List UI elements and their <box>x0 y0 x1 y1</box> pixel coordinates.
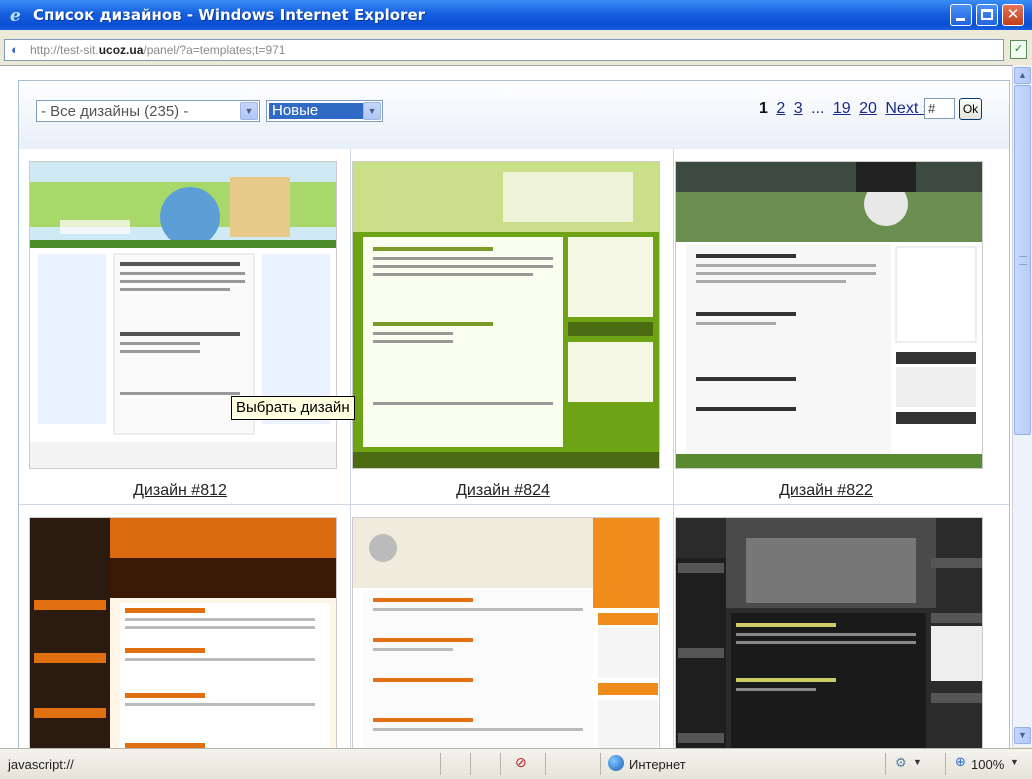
design-card[interactable]: Дизайн #822 <box>665 149 987 504</box>
scroll-down-icon[interactable]: ▼ <box>1014 727 1031 744</box>
sort-select-value: Новые <box>269 103 363 119</box>
page-content: - Все дизайны (235) - ▼ Новые ▼ 1 2 3 ..… <box>0 65 1012 748</box>
chevron-down-icon[interactable]: ▼ <box>363 102 381 120</box>
scroll-thumb[interactable] <box>1014 85 1031 435</box>
close-button[interactable]: ✕ <box>1002 4 1024 26</box>
sort-select[interactable]: Новые ▼ <box>266 100 383 122</box>
design-preview-image <box>30 518 336 748</box>
design-thumbnail[interactable] <box>675 517 983 748</box>
status-divider <box>470 753 471 775</box>
chevron-down-icon[interactable]: ▼ <box>240 102 258 120</box>
design-thumbnail[interactable] <box>352 161 660 469</box>
scroll-up-icon[interactable]: ▲ <box>1014 67 1031 84</box>
chevron-down-icon[interactable]: ▼ <box>913 757 922 767</box>
category-select-value: - Все дизайны (235) - <box>41 103 189 120</box>
status-divider <box>545 753 546 775</box>
design-caption[interactable]: Дизайн #812 <box>19 482 341 500</box>
filter-toolbar: - Все дизайны (235) - ▼ Новые ▼ 1 2 3 ..… <box>19 81 1009 149</box>
page-link[interactable]: 20 <box>859 100 877 117</box>
status-divider <box>500 753 501 775</box>
popup-blocker-icon[interactable]: ⊘ <box>515 754 533 772</box>
design-thumbnail[interactable] <box>675 161 983 469</box>
page-icon: ◐ <box>11 42 19 57</box>
minimize-button[interactable] <box>950 4 972 26</box>
vertical-scrollbar[interactable]: ▲ ▼ <box>1012 65 1032 747</box>
status-divider <box>600 753 601 775</box>
grip-icon <box>1019 256 1027 265</box>
designs-panel: - Все дизайны (235) - ▼ Новые ▼ 1 2 3 ..… <box>18 80 1010 748</box>
page-number-input[interactable]: # <box>924 98 955 119</box>
close-icon: ✕ <box>1006 5 1020 23</box>
design-preview-image <box>676 518 982 748</box>
design-card[interactable] <box>19 505 341 748</box>
design-card[interactable]: Дизайн #812 <box>19 149 341 504</box>
window-title: Список дизайнов - Windows Internet Explo… <box>33 6 426 24</box>
design-thumbnail[interactable] <box>29 517 337 748</box>
design-thumbnail[interactable] <box>352 517 660 748</box>
design-card[interactable]: Дизайн #824 <box>342 149 664 504</box>
design-preview-image <box>30 162 336 468</box>
design-preview-image <box>676 162 982 468</box>
chevron-down-icon[interactable]: ▼ <box>1010 757 1019 767</box>
ie-logo-icon: e <box>10 6 21 26</box>
status-divider <box>885 753 886 775</box>
design-caption[interactable]: Дизайн #824 <box>342 482 664 500</box>
security-zone: Интернет <box>629 757 686 772</box>
page-current: 1 <box>759 100 768 117</box>
internet-zone-icon <box>608 755 624 771</box>
title-bar: e Список дизайнов - Windows Internet Exp… <box>0 0 1032 30</box>
status-divider <box>440 753 441 775</box>
tooltip: Выбрать дизайн <box>231 396 355 420</box>
compatibility-view-icon[interactable]: ✓ <box>1010 40 1027 59</box>
pagination: 1 2 3 ... 19 20 Next » <box>759 100 932 118</box>
status-text: javascript:// <box>8 757 74 772</box>
zoom-level[interactable]: 100% <box>971 757 1004 772</box>
page-link[interactable]: 19 <box>833 100 851 117</box>
page-link[interactable]: 2 <box>776 100 785 117</box>
address-bar[interactable]: ◐ http://test-sit.ucoz.ua/panel/?a=templ… <box>4 39 1004 61</box>
design-preview-image <box>353 518 659 748</box>
category-select[interactable]: - Все дизайны (235) - ▼ <box>36 100 260 122</box>
url-text: http://test-sit.ucoz.ua/panel/?a=templat… <box>30 43 286 57</box>
protected-mode-icon[interactable]: ⚙ <box>895 755 909 770</box>
zoom-icon[interactable]: ⊕ <box>955 755 969 769</box>
status-bar: javascript:// ⊘ Интернет ⚙ ▼ ⊕ 100% ▼ <box>0 748 1032 779</box>
status-divider <box>945 753 946 775</box>
maximize-button[interactable] <box>976 4 998 26</box>
design-card[interactable] <box>342 505 664 748</box>
design-caption[interactable]: Дизайн #822 <box>665 482 987 500</box>
design-thumbnail[interactable] <box>29 161 337 469</box>
design-preview-image <box>353 162 659 468</box>
design-card[interactable] <box>665 505 987 748</box>
page-ellipsis: ... <box>811 100 825 117</box>
go-page-button[interactable]: Ok <box>959 98 982 120</box>
page-link[interactable]: 3 <box>794 100 803 117</box>
